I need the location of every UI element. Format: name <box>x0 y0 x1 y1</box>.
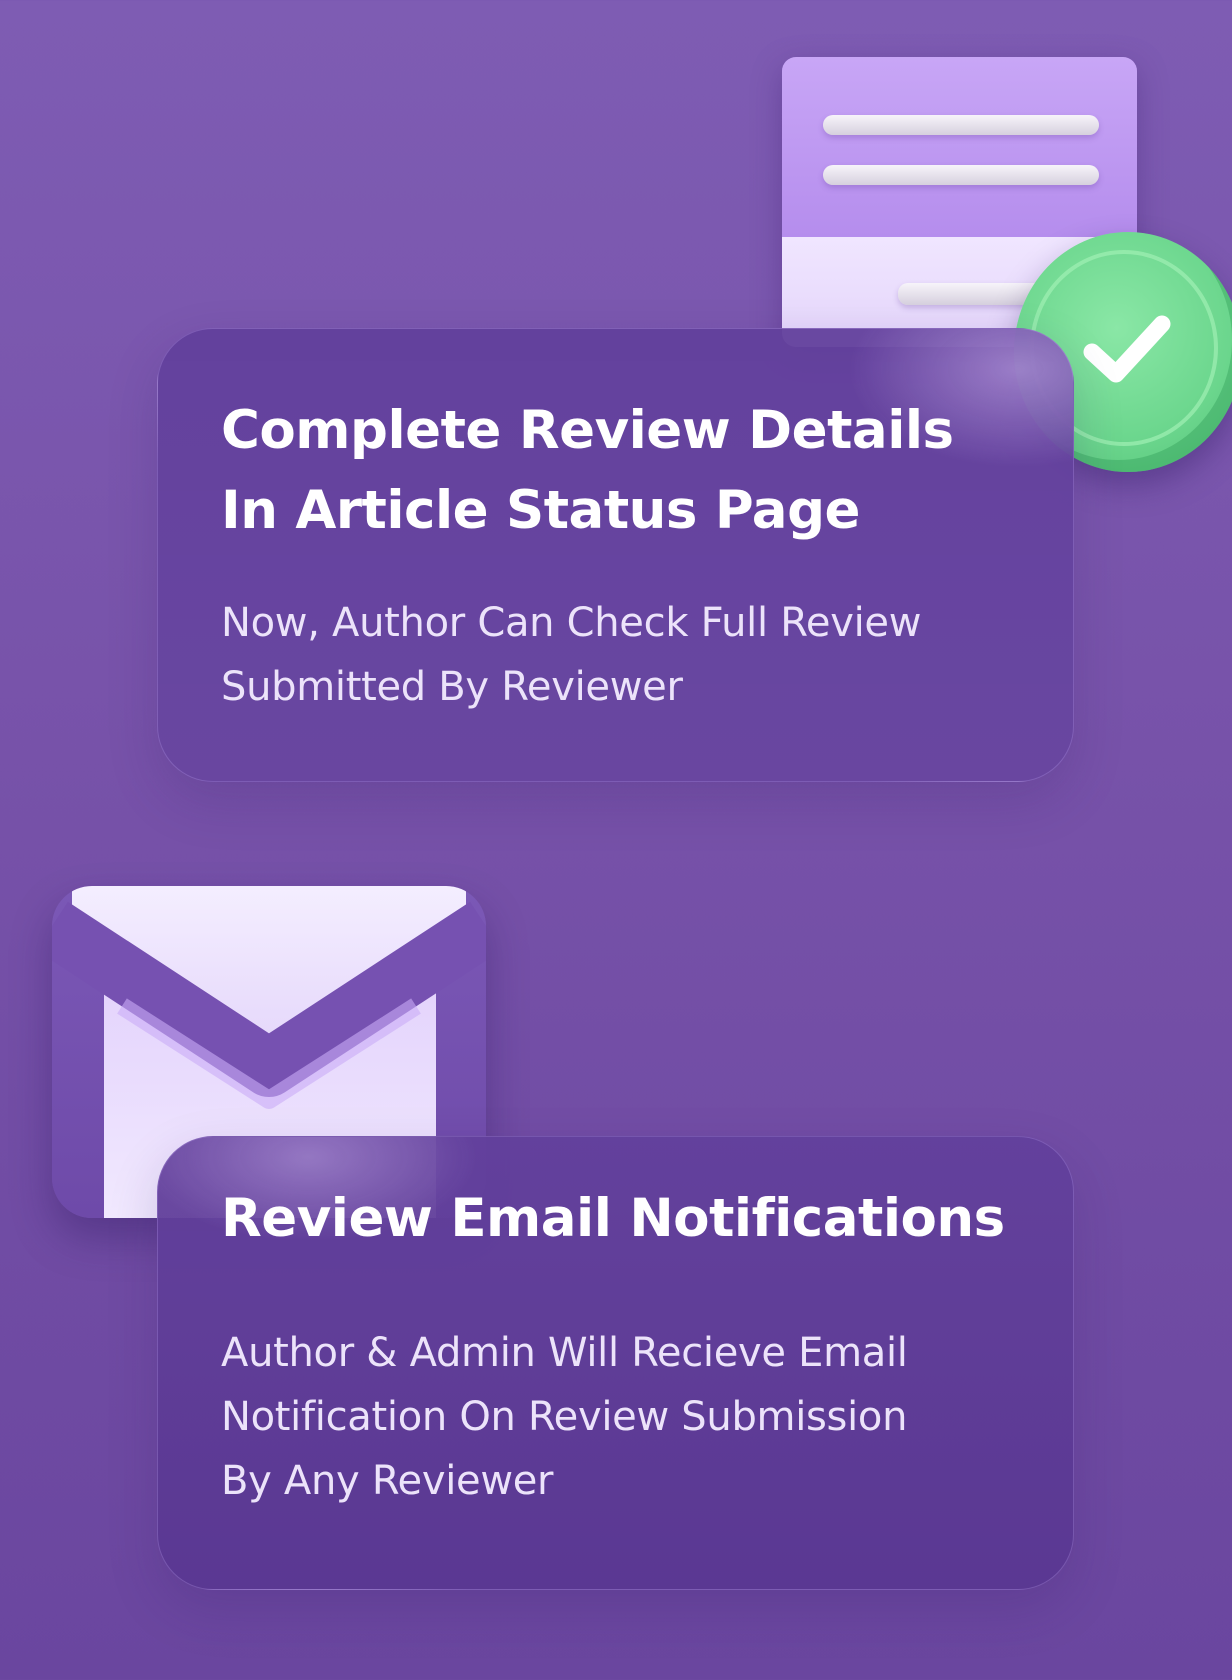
feature-title-line: Review Email Notifications <box>221 1188 1005 1249</box>
feature-title-line: In Article Status Page <box>221 480 860 541</box>
document-header <box>782 57 1137 237</box>
feature-card-review-details: Complete Review Details In Article Statu… <box>157 328 1074 782</box>
feature-title-line: Complete Review Details <box>221 400 954 461</box>
feature-description-line: Author & Admin Will Recieve Email <box>221 1330 908 1376</box>
feature-description-line: Now, Author Can Check Full Review <box>221 600 922 646</box>
feature-title: Review Email Notifications <box>221 1179 1061 1259</box>
document-line <box>823 165 1099 185</box>
feature-description-line: Notification On Review Submission <box>221 1394 908 1440</box>
feature-description: Now, Author Can Check Full Review Submit… <box>221 591 1041 719</box>
feature-description-line: Submitted By Reviewer <box>221 664 683 710</box>
feature-title: Complete Review Details In Article Statu… <box>221 391 1041 551</box>
checkmark-icon <box>1083 315 1171 383</box>
feature-description-line: By Any Reviewer <box>221 1458 554 1504</box>
document-line <box>823 115 1099 135</box>
feature-card-email-notifications: Review Email Notifications Author & Admi… <box>157 1136 1074 1590</box>
feature-description: Author & Admin Will Recieve Email Notifi… <box>221 1321 1021 1513</box>
